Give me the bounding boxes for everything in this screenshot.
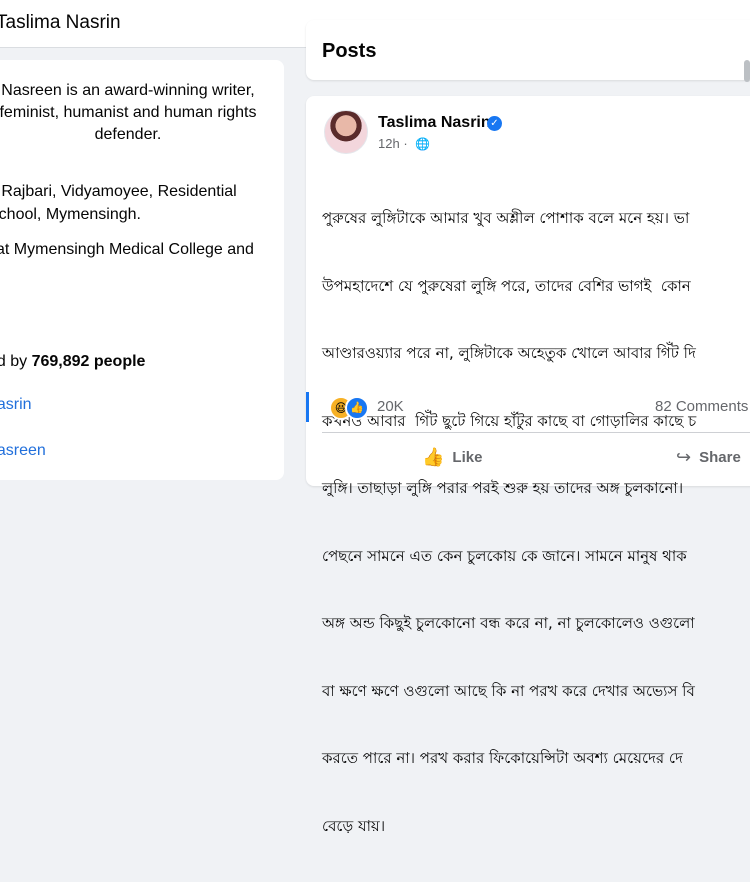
bio-line: feminist, humanist and human rights xyxy=(0,104,257,121)
scrollbar[interactable] xyxy=(744,60,750,82)
post-time[interactable]: 12h xyxy=(378,136,400,151)
intro-card: Nasreen is an award-winning writer, femi… xyxy=(0,60,284,480)
like-label: Like xyxy=(452,448,483,466)
like-icon: 👍 xyxy=(345,396,369,420)
followers-prefix: ed by xyxy=(0,353,28,370)
avatar[interactable] xyxy=(324,110,368,154)
divider xyxy=(322,432,750,433)
post-text: পুরুষের লুঙ্গিটাকে আমার খুব অশ্লীল পোশাক… xyxy=(322,162,750,882)
share-button[interactable]: ↪ Share xyxy=(676,440,741,474)
post-text-line: করতে পারে না। পরখ করার ফিকোয়েন্সিটা অবশ… xyxy=(322,749,683,767)
bio-line: Nasreen is an award-winning writer, xyxy=(1,82,255,99)
post-text-line: অঙ্গ অন্ড কিছুই চুলকোনো বন্ধ করে না, না … xyxy=(322,614,695,632)
like-button[interactable]: 👍 Like xyxy=(422,440,482,474)
share-icon: ↪ xyxy=(676,446,692,467)
post-author[interactable]: Taslima Nasrin xyxy=(378,114,491,132)
page-title: Taslima Nasrin xyxy=(0,12,121,33)
share-label: Share xyxy=(699,448,741,466)
dot-separator: · xyxy=(403,136,408,151)
posts-header-card: Posts xyxy=(306,20,750,80)
post-card: Taslima Nasrin ✓ 12h · 🌐 পুরুষের লুঙ্গিট… xyxy=(306,96,750,835)
intro-bio: Nasreen is an award-winning writer, femi… xyxy=(0,80,268,146)
intro-followers: ed by 769,892 people xyxy=(0,350,145,373)
reaction-count[interactable]: 20K xyxy=(377,398,404,415)
reaction-icons[interactable]: 😆 👍 xyxy=(329,396,369,420)
comment-count[interactable]: 82 Comments xyxy=(655,398,748,415)
verified-badge-icon: ✓ xyxy=(487,116,502,131)
intro-education-school: o Rajbari, Vidyamoyee, Residential Schoo… xyxy=(0,183,237,223)
bio-line: defender. xyxy=(94,126,162,143)
thumbs-up-icon: 👍 xyxy=(422,446,445,467)
post-text-line: লুঙ্গি। তাছাড়া লুঙ্গি পরার পরই শুরু হয়… xyxy=(322,479,684,497)
reactions-row: 😆 👍 20K 82 Comments xyxy=(306,392,750,422)
post-actions: 👍 Like ↪ Share xyxy=(306,440,750,474)
post-text-line: পেছনে সামনে এত কেন চুলকোয় কে জানে। সামন… xyxy=(322,546,687,565)
intro-education-college: l at Mymensingh Medical College and al xyxy=(0,241,254,281)
post-text-line: আণ্ডারওয়্যার পরে না, লুঙ্গিটাকে অহেতুক … xyxy=(322,344,696,362)
post-text-line: বেড়ে যায়। xyxy=(322,816,386,835)
post-text-line: উপমহাদেশে যে পুরুষেরা লুঙ্গি পরে, তাদের … xyxy=(322,276,691,295)
posts-title: Posts xyxy=(322,40,377,62)
intro-link-2[interactable]: nasreen xyxy=(0,442,46,460)
post-text-line: বা ক্ষণে ক্ষণে ওগুলো আছে কি না পরখ করে দ… xyxy=(322,681,695,700)
post-text-line: পুরুষের লুঙ্গিটাকে আমার খুব অশ্লীল পোশাক… xyxy=(322,209,690,227)
followers-count: 769,892 people xyxy=(31,353,146,370)
post-meta: 12h · 🌐 xyxy=(378,136,430,151)
globe-icon: 🌐 xyxy=(415,137,431,151)
intro-link-1[interactable]: nasrin xyxy=(0,396,32,414)
